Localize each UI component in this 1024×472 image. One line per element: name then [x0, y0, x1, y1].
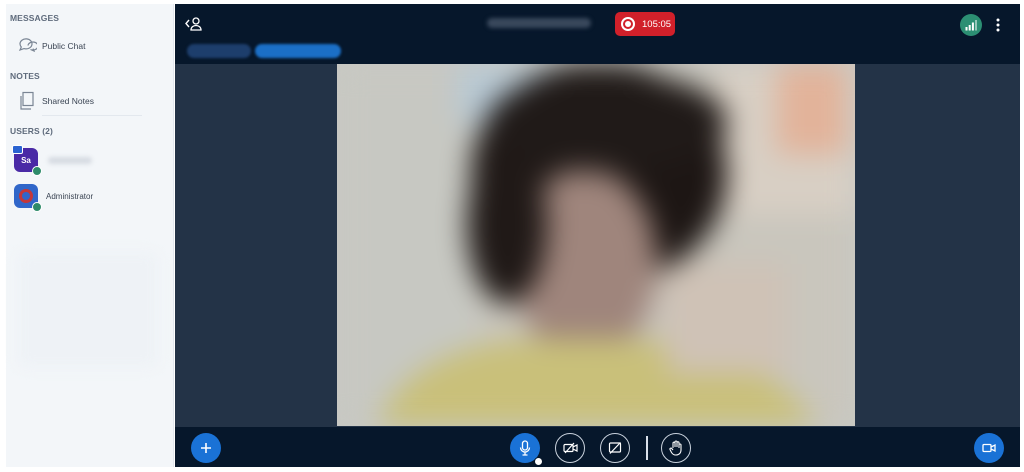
options-button[interactable]	[991, 14, 1005, 36]
raise-hand-button[interactable]	[661, 433, 691, 463]
actions-button[interactable]	[191, 433, 221, 463]
messages-heading: MESSAGES	[10, 13, 59, 23]
blurred-panel	[18, 252, 158, 368]
user-chevron-icon	[185, 17, 202, 31]
camera-off-icon	[562, 442, 578, 454]
user-name: Administrator	[46, 191, 94, 201]
webcam-video	[337, 64, 855, 426]
section-divider	[42, 115, 142, 116]
avatar-initials: Sa	[21, 155, 31, 165]
notes-icon	[14, 90, 40, 112]
video-icon	[982, 443, 996, 453]
presenter-icon	[12, 145, 23, 154]
user-avatar-icon	[19, 189, 33, 203]
screen-share-off-icon	[608, 442, 622, 454]
plus-icon	[201, 443, 211, 453]
toggle-userlist-button[interactable]	[183, 14, 205, 34]
mic-status-icon	[32, 202, 42, 212]
sidebar-item-public-chat[interactable]: Public Chat	[8, 33, 168, 59]
notes-heading: NOTES	[10, 71, 40, 81]
sidebar: MESSAGES Public Chat NOTES Shared Notes …	[6, 4, 174, 467]
app-root: MESSAGES Public Chat NOTES Shared Notes …	[0, 0, 1024, 472]
user-list-item-sa[interactable]: Sa	[10, 145, 170, 176]
screen-share-button[interactable]	[600, 433, 630, 463]
video-stage	[175, 64, 1020, 427]
main-area: 105:05	[175, 4, 1020, 467]
public-chat-label: Public Chat	[42, 41, 86, 51]
microphone-icon	[519, 440, 531, 456]
hand-raise-icon	[669, 440, 682, 456]
connection-status-button[interactable]	[960, 14, 982, 36]
chat-bubbles-icon	[14, 35, 40, 57]
control-divider	[646, 436, 648, 460]
mic-status-icon	[32, 166, 42, 176]
record-icon	[621, 17, 635, 31]
recording-indicator[interactable]: 105:05	[615, 12, 675, 36]
tab-redacted[interactable]	[187, 44, 251, 58]
meeting-title-redacted	[487, 18, 591, 28]
audio-settings-dot[interactable]	[534, 457, 543, 466]
more-vertical-icon	[996, 18, 1000, 32]
tab-strip	[175, 44, 1020, 64]
microphone-button[interactable]	[510, 433, 543, 466]
action-bar	[175, 427, 1020, 467]
sidebar-item-shared-notes[interactable]: Shared Notes	[8, 88, 168, 114]
users-heading: USERS (2)	[10, 126, 53, 136]
blurred-video-frame	[337, 64, 855, 426]
top-bar: 105:05	[175, 4, 1020, 44]
recording-time: 105:05	[642, 18, 672, 30]
tab-redacted-active[interactable]	[255, 44, 341, 58]
camera-button[interactable]	[555, 433, 585, 463]
avatar	[14, 184, 42, 212]
avatar: Sa	[12, 145, 42, 176]
user-name-redacted	[48, 156, 92, 164]
video-layout-button[interactable]	[974, 433, 1004, 463]
user-list-item-administrator[interactable]: Administrator	[10, 181, 170, 212]
signal-icon	[965, 19, 977, 30]
shared-notes-label: Shared Notes	[42, 96, 94, 106]
